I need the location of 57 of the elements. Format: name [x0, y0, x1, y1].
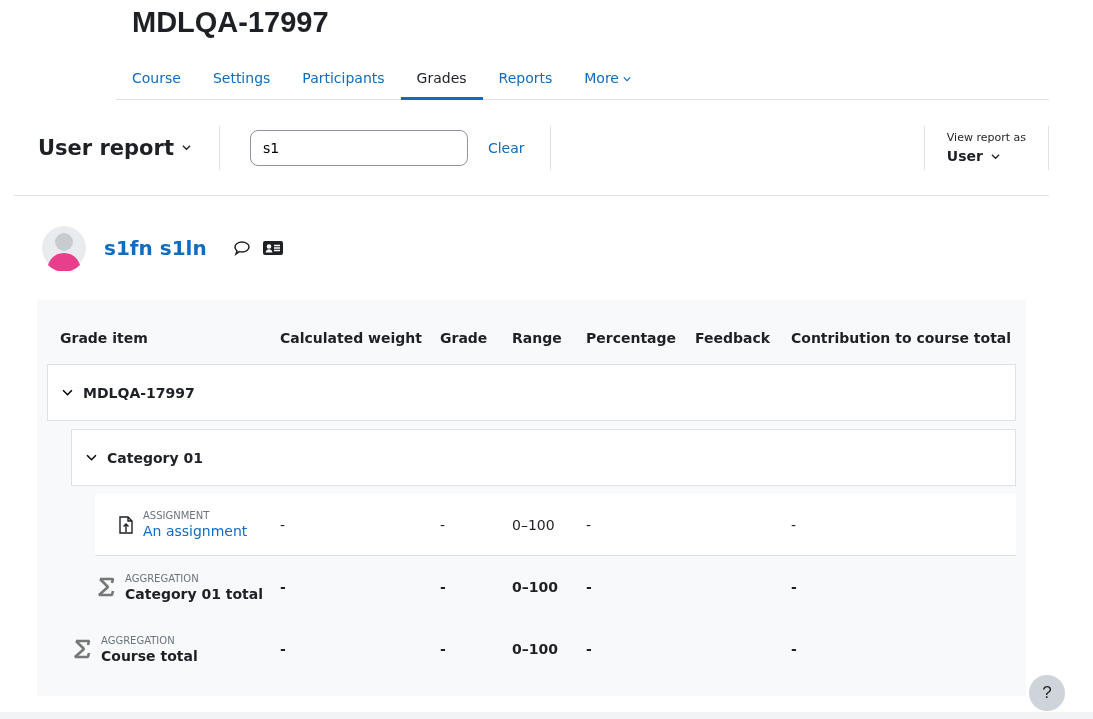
table-cell-text: - — [280, 579, 287, 595]
table-cell-text: - — [280, 641, 287, 657]
chevron-down-icon — [181, 143, 191, 152]
item-type-label: AGGREGATION — [125, 572, 200, 584]
nav-tab[interactable]: Course — [116, 60, 197, 100]
file-upload-icon — [119, 515, 133, 534]
table-cell-text: - — [586, 516, 593, 533]
table-cell-text: - — [440, 641, 447, 657]
view-as-selector[interactable]: User — [946, 148, 1026, 164]
column-header: Feedback — [695, 330, 772, 346]
table-cell-text: - — [440, 516, 447, 533]
avatar-icon — [42, 225, 86, 271]
chevron-down-icon — [86, 452, 97, 463]
user-name-link[interactable]: s1fn s1ln — [104, 236, 207, 260]
chevron-down-icon — [62, 387, 73, 398]
chevron-down-icon — [622, 75, 631, 83]
id-card-icon[interactable] — [262, 240, 283, 256]
table-cell-text: - — [586, 579, 593, 595]
table-cell-text: - — [586, 641, 593, 657]
collapse-toggle[interactable] — [62, 387, 73, 398]
nav-tab[interactable]: Grades — [400, 60, 483, 100]
column-header: Grade item — [59, 330, 149, 346]
category-name: Category 01 — [107, 449, 203, 466]
sigma-icon — [73, 639, 91, 659]
column-header: Calculated weight — [280, 330, 424, 346]
collapse-toggle[interactable] — [86, 452, 97, 463]
table-cell-text: 0–100 — [512, 579, 559, 595]
nav-tab[interactable]: Participants — [286, 60, 401, 100]
report-selector[interactable]: User report — [38, 135, 191, 160]
table-cell-text: 0–100 — [512, 516, 556, 533]
nav-tab[interactable]: Reports — [482, 60, 569, 100]
table-cell-text: - — [791, 641, 798, 657]
total-name: Course total — [101, 647, 198, 664]
table-cell-text: - — [791, 516, 798, 533]
column-header: Range — [512, 330, 563, 346]
item-type-label: ASSIGNMENT — [143, 510, 211, 521]
column-header: Percentage — [586, 330, 678, 346]
more-menu-tab[interactable]: More — [568, 60, 647, 100]
total-name: Category 01 total — [125, 585, 264, 602]
clear-link[interactable]: Clear — [487, 139, 525, 156]
help-button[interactable]: ? — [1029, 675, 1065, 711]
item-link[interactable]: An assignment — [143, 523, 248, 539]
table-cell-text: - — [791, 579, 798, 595]
table-cell-text: - — [440, 579, 447, 595]
sigma-icon — [97, 577, 115, 597]
chevron-down-icon — [990, 151, 1000, 161]
column-header: Grade — [440, 330, 489, 346]
item-type-label: AGGREGATION — [101, 634, 176, 646]
nav-tab[interactable]: Settings — [196, 60, 287, 100]
table-cell-text: - — [280, 516, 287, 533]
column-header: Contribution to course total — [791, 330, 1013, 346]
category-name: MDLQA-17997 — [83, 384, 195, 401]
course-title: MDLQA-17997 — [132, 5, 330, 40]
message-icon[interactable] — [232, 240, 251, 256]
search-field[interactable]: s1 — [249, 129, 468, 166]
table-cell-text: 0–100 — [512, 641, 559, 657]
view-as-caption: View report as — [946, 131, 1026, 144]
